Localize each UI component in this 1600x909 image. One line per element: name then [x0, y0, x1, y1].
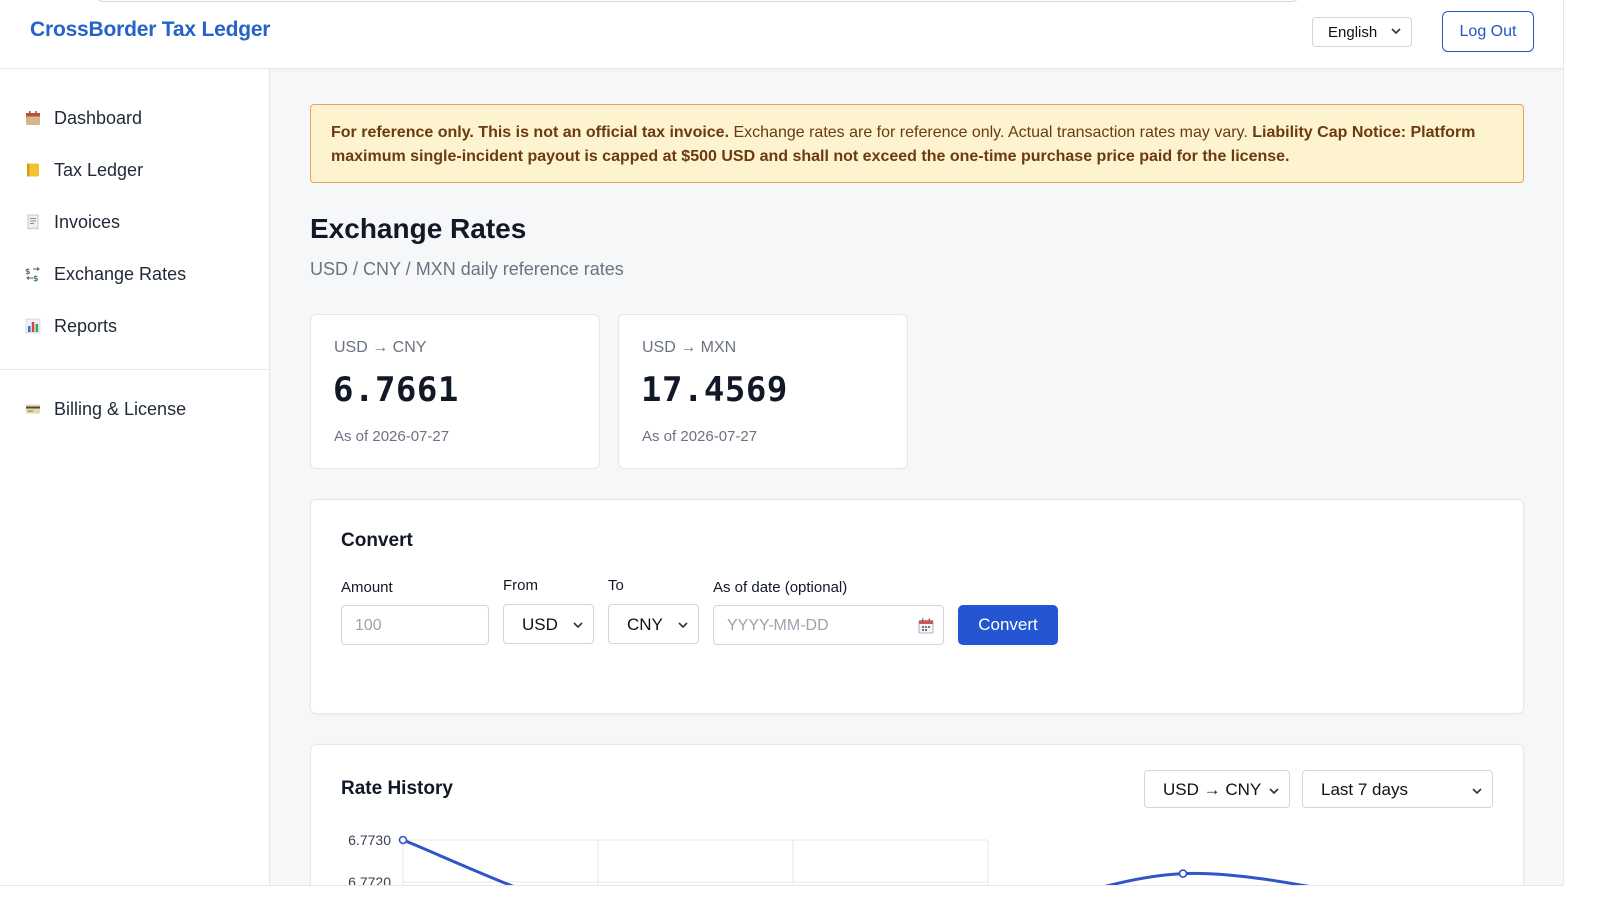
sidebar-item-tax-ledger[interactable]: Tax Ledger	[0, 151, 269, 191]
convert-button[interactable]: Convert	[958, 605, 1058, 645]
rate-card-usd-mxn: USD → MXN 17.4569 As of 2026-07-27	[618, 314, 908, 469]
date-label: As of date (optional)	[713, 579, 848, 596]
receipt-icon	[27, 214, 39, 230]
rate-history-chart: 6.7730 6.7720	[348, 832, 1310, 886]
to-currency-select[interactable]: CNY	[608, 604, 699, 644]
chevron-down-icon	[573, 622, 583, 629]
rate-as-of: As of 2026-07-27	[334, 428, 450, 445]
amount-label: Amount	[341, 579, 393, 596]
exchange-icon: $ $	[25, 267, 40, 282]
ledger-icon	[27, 163, 39, 177]
sidebar: Dashboard Tax Ledger Invoices $ $ Exchan…	[0, 69, 270, 885]
bar-chart-icon	[25, 318, 41, 334]
page-title: Exchange Rates	[310, 213, 527, 244]
to-currency-value: CNY	[627, 615, 663, 634]
notice-text: Exchange rates are for reference only. A…	[729, 124, 1253, 141]
reference-notice: For reference only. This is not an offic…	[310, 104, 1524, 183]
rate-pair: USD → CNY	[334, 339, 427, 356]
rate-as-of: As of 2026-07-27	[642, 428, 758, 445]
app-window: CrossBorder Tax Ledger English Log Out D…	[0, 0, 1564, 886]
sidebar-item-label: Invoices	[54, 212, 121, 232]
chevron-down-icon	[678, 622, 688, 629]
language-select[interactable]: English	[1312, 17, 1412, 47]
language-select-value: English	[1328, 24, 1378, 41]
sidebar-item-label: Billing & License	[54, 399, 187, 419]
date-input[interactable]: YYYY-MM-DD	[713, 605, 944, 645]
svg-text:$: $	[25, 267, 31, 276]
chart-y-tick-label: 6.7720	[348, 874, 391, 886]
chart-data-point	[398, 835, 408, 845]
from-currency-value: USD	[522, 615, 558, 634]
page-subtitle: USD / CNY / MXN daily reference rates	[310, 259, 624, 279]
convert-panel: Convert Amount 100 From USD To CNY As of…	[310, 499, 1524, 714]
from-label: From	[503, 577, 538, 594]
sidebar-item-reports[interactable]: Reports	[0, 307, 269, 347]
chart-data-point	[1178, 869, 1188, 878]
sidebar-item-invoices[interactable]: Invoices	[0, 203, 269, 243]
app-title[interactable]: CrossBorder Tax Ledger	[30, 18, 270, 42]
amount-input[interactable]: 100	[341, 605, 489, 645]
sidebar-item-label: Reports	[54, 316, 118, 336]
chart-series-line	[402, 838, 1310, 885]
sidebar-item-label: Tax Ledger	[54, 160, 144, 180]
sidebar-item-dashboard[interactable]: Dashboard	[0, 99, 269, 139]
credit-card-icon	[26, 404, 40, 414]
address-bar-edge	[95, 0, 1300, 2]
sidebar-item-label: Dashboard	[54, 108, 143, 128]
sidebar-divider	[0, 369, 269, 370]
rate-value: 17.4569	[641, 370, 788, 410]
chevron-down-icon	[1391, 28, 1401, 35]
sidebar-item-label: Exchange Rates	[54, 264, 187, 284]
main-content: For reference only. This is not an offic…	[270, 69, 1563, 886]
top-bar: CrossBorder Tax Ledger English Log Out	[0, 0, 1563, 69]
rate-history-panel: Rate History USD → CNY Last 7 days 6.773…	[310, 744, 1524, 886]
rate-pair: USD → MXN	[642, 339, 737, 356]
to-label: To	[608, 577, 624, 594]
chart-y-tick-label: 6.7730	[348, 832, 391, 848]
svg-text:$: $	[33, 274, 39, 282]
calendar-picker-icon[interactable]	[917, 617, 935, 635]
sidebar-item-billing-license[interactable]: Billing & License	[0, 390, 269, 430]
logout-button[interactable]: Log Out	[1442, 11, 1534, 52]
notice-lead: For reference only. This is not an offic…	[331, 124, 730, 141]
rate-value: 6.7661	[333, 370, 459, 410]
rate-card-usd-cny: USD → CNY 6.7661 As of 2026-07-27	[310, 314, 600, 469]
amount-placeholder: 100	[355, 617, 382, 634]
from-currency-select[interactable]: USD	[503, 604, 594, 644]
sidebar-item-exchange-rates[interactable]: $ $ Exchange Rates	[0, 255, 269, 295]
date-placeholder: YYYY-MM-DD	[727, 617, 829, 634]
calendar-icon	[26, 111, 40, 125]
convert-title: Convert	[341, 530, 413, 551]
